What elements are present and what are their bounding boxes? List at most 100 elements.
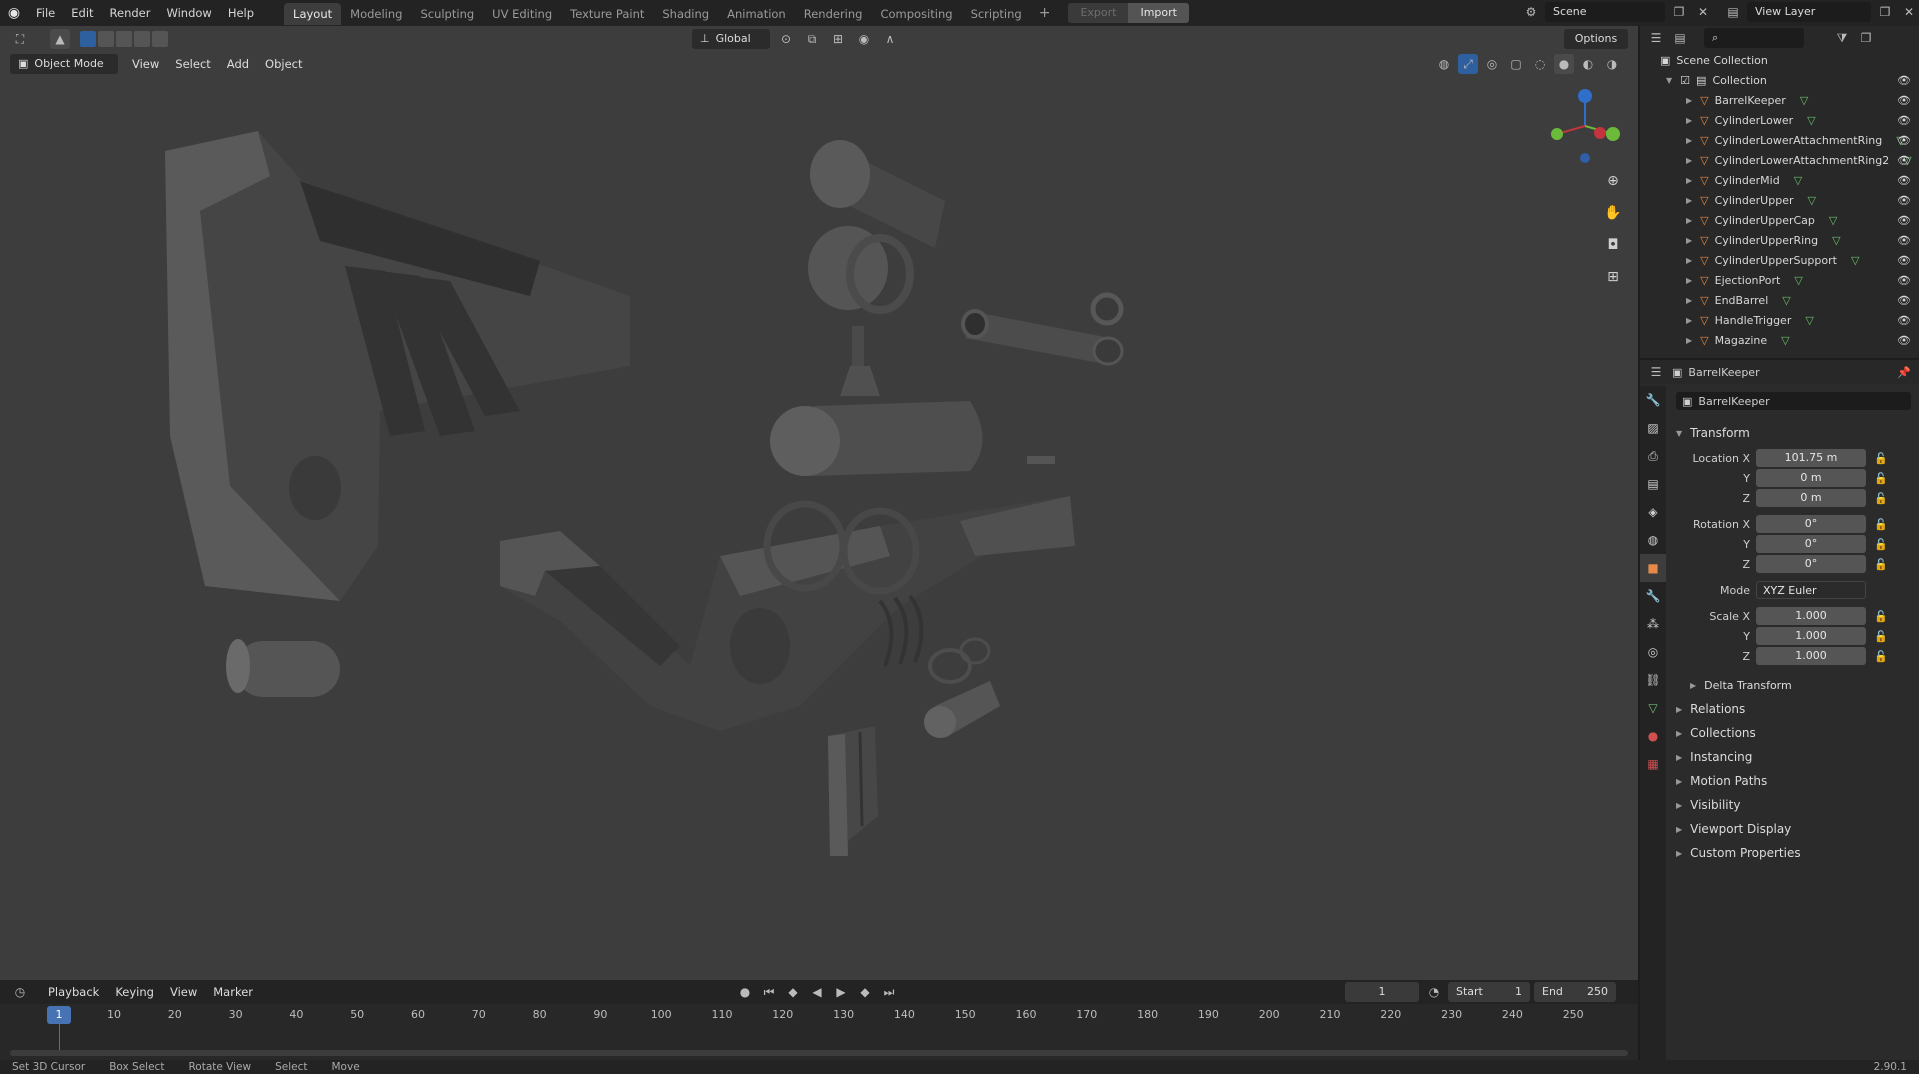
new-collection-icon[interactable]: ❐ [1856,28,1876,48]
eye-icon[interactable]: 👁 [1897,194,1911,207]
location-y-field[interactable]: 0 m [1756,469,1866,487]
eye-icon[interactable]: 👁 [1897,134,1911,147]
eye-icon[interactable]: 👁 [1897,74,1911,87]
delta-transform-section[interactable]: ▶ Delta Transform [1666,674,1919,696]
lock-icon[interactable]: 🔓 [1874,558,1888,571]
scene-collection-row[interactable]: ▣ Scene Collection [1640,50,1919,70]
preview-range-icon[interactable]: ◔ [1424,982,1444,1002]
object-name-field[interactable]: ▣ BarrelKeeper [1676,392,1911,410]
perspective-grid-icon[interactable]: ⊞ [1600,264,1626,290]
delete-view-layer-icon[interactable]: ✕ [1899,2,1919,22]
modifier-tab-icon[interactable]: 🔧 [1640,582,1666,610]
scale-y-field[interactable]: 1.000 [1756,627,1866,645]
outliner-item[interactable]: ▶ ▽ CylinderLowerAttachmentRing ▽ 👁 [1640,130,1919,150]
eye-icon[interactable]: 👁 [1897,174,1911,187]
properties-editor[interactable]: ☰ ▣ BarrelKeeper 📌 🔧 ▨ ⎙ ▤ ◈ ◍ ■ 🔧 ⁂ ◎ ⛓… [1640,360,1919,1060]
export-button[interactable]: Export [1068,3,1129,23]
record-icon[interactable]: ● [735,982,755,1002]
material-tab-icon[interactable]: ● [1640,722,1666,750]
expand-icon[interactable]: ▶ [1686,96,1692,105]
eye-icon[interactable]: 👁 [1897,94,1911,107]
scene-tab-icon[interactable]: ◈ [1640,498,1666,526]
next-keyframe-icon[interactable]: ◆ [855,982,875,1002]
expand-icon[interactable]: ▶ [1686,316,1692,325]
eye-icon[interactable]: 👁 [1897,114,1911,127]
prev-keyframe-icon[interactable]: ◆ [783,982,803,1002]
expand-icon[interactable]: ▶ [1686,216,1692,225]
visibility-icon[interactable]: ◍ [1434,54,1454,74]
falloff-icon[interactable]: ∧ [880,29,900,49]
expand-icon[interactable]: ▶ [1686,116,1692,125]
tab-uv-editing[interactable]: UV Editing [483,3,561,25]
section-collections[interactable]: ▶ Collections [1666,722,1919,744]
scale-x-field[interactable]: 1.000 [1756,607,1866,625]
section-viewport-display[interactable]: ▶ Viewport Display [1666,818,1919,840]
snap-target-icon[interactable]: ⊞ [828,29,848,49]
section-custom-properties[interactable]: ▶ Custom Properties [1666,842,1919,864]
delete-scene-icon[interactable]: ✕ [1693,2,1713,22]
lock-icon[interactable]: 🔓 [1874,472,1888,485]
menu-render[interactable]: Render [102,0,159,26]
pan-hand-icon[interactable]: ✋ [1600,200,1626,226]
editor-type-icon[interactable]: ⛶ [10,29,30,49]
outliner-item[interactable]: ▶ ▽ CylinderUpperCap ▽ 👁 [1640,210,1919,230]
outliner-item[interactable]: ▶ ▽ CylinderUpper ▽ 👁 [1640,190,1919,210]
rotation-x-field[interactable]: 0° [1756,515,1866,533]
particles-tab-icon[interactable]: ⁂ [1640,610,1666,638]
location-z-field[interactable]: 0 m [1756,489,1866,507]
tab-layout[interactable]: Layout [284,3,342,25]
lock-icon[interactable]: 🔓 [1874,538,1888,551]
section-visibility[interactable]: ▶ Visibility [1666,794,1919,816]
rotation-z-field[interactable]: 0° [1756,555,1866,573]
start-frame-field[interactable]: Start 1 [1448,982,1530,1002]
tab-scripting[interactable]: Scripting [962,3,1031,25]
material-shading-icon[interactable]: ◐ [1578,54,1598,74]
tab-shading[interactable]: Shading [653,3,718,25]
scale-z-field[interactable]: 1.000 [1756,647,1866,665]
mesh-data-tab-icon[interactable]: ▽ [1640,694,1666,722]
outliner-item[interactable]: ▶ ▽ CylinderLower ▽ 👁 [1640,110,1919,130]
3d-viewport[interactable]: ⛶ ▲ ⊥ Global ⊙ ⧉ ⊞ ◉ ∧ Options ▣ Object Mo… [0,26,1638,980]
eye-icon[interactable]: 👁 [1897,314,1911,327]
eye-icon[interactable]: 👁 [1897,294,1911,307]
options-dropdown[interactable]: Options [1564,29,1628,49]
transform-section[interactable]: ▼ Transform [1666,422,1919,444]
tab-modeling[interactable]: Modeling [341,3,411,25]
viewport-menu-select[interactable]: Select [167,54,218,74]
viewport-menu-add[interactable]: Add [219,54,257,74]
overlay-icon[interactable]: ◎ [1482,54,1502,74]
location-x-field[interactable]: 101.75 m [1756,449,1866,467]
import-button[interactable]: Import [1128,3,1189,23]
eye-icon[interactable]: 👁 [1897,214,1911,227]
expand-icon[interactable]: ▶ [1686,196,1692,205]
scene-icon[interactable]: ⚙ [1521,2,1541,22]
select-intersect-icon[interactable] [152,31,168,47]
menu-help[interactable]: Help [220,0,262,26]
tab-animation[interactable]: Animation [718,3,795,25]
jump-start-icon[interactable]: ⏮ [759,982,779,1002]
view-layer-icon[interactable]: ▤ [1723,2,1743,22]
collection-row[interactable]: ▼ ☑ ▤ Collection 👁 [1640,70,1919,90]
eye-icon[interactable]: 👁 [1897,234,1911,247]
outliner-editor-icon[interactable]: ☰ [1646,28,1666,48]
timeline[interactable]: ◷ Playback Keying View Marker ● ⏮ ◆ ◀ ▶ ◆ ⏭… [0,980,1638,1060]
orientation-dropdown[interactable]: ⊥ Global [692,29,770,49]
mode-dropdown[interactable]: ▣ Object Mode [10,54,118,74]
play-icon[interactable]: ▶ [831,982,851,1002]
timeline-editor-icon[interactable]: ◷ [10,982,30,1002]
pin-icon[interactable]: 📌 [1897,366,1911,379]
scene-field[interactable]: Scene [1545,2,1665,22]
tab-sculpting[interactable]: Sculpting [411,3,483,25]
zoom-icon[interactable]: ⊕ [1600,168,1626,194]
current-frame-field[interactable]: 1 [1345,982,1419,1002]
properties-editor-icon[interactable]: ☰ [1646,362,1666,382]
lock-icon[interactable]: 🔓 [1874,492,1888,505]
object-tab-icon[interactable]: ■ [1640,554,1666,582]
checkbox-icon[interactable]: ☑ [1680,74,1690,87]
expand-icon[interactable]: ▶ [1686,176,1692,185]
outliner-item[interactable]: ▶ ▽ CylinderUpperRing ▽ 👁 [1640,230,1919,250]
expand-icon[interactable]: ▶ [1686,296,1692,305]
eye-icon[interactable]: 👁 [1897,254,1911,267]
outliner-item[interactable]: ▶ ▽ CylinderLowerAttachmentRing2 ▽ 👁 [1640,150,1919,170]
expand-icon[interactable]: ▶ [1686,336,1692,345]
